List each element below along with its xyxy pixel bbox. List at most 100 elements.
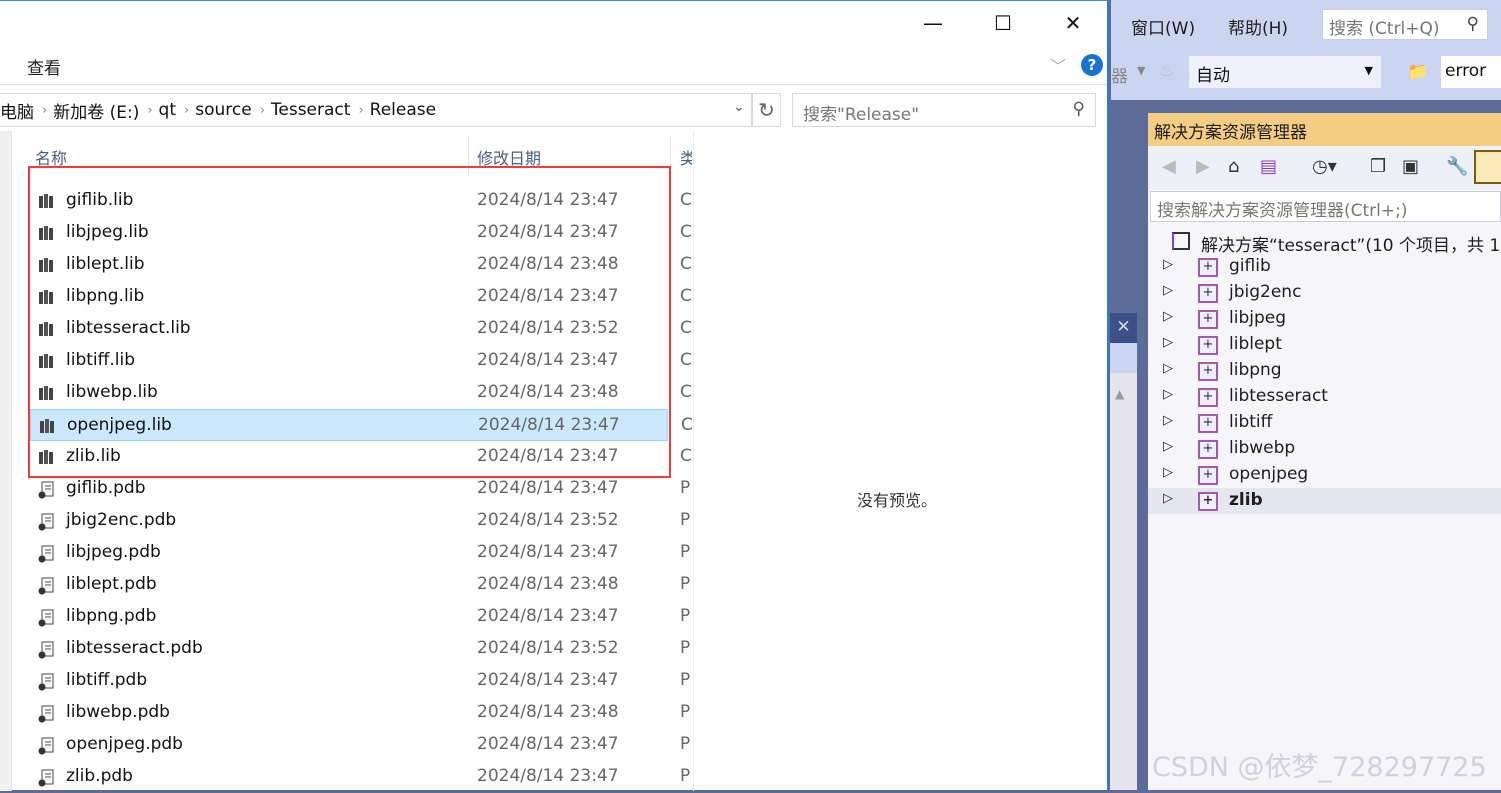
search-input[interactable]: 搜索"Release" ⚲ <box>792 93 1096 127</box>
pdb-file-icon <box>38 705 56 723</box>
forward-icon[interactable]: ▶ <box>1196 156 1210 177</box>
home-icon[interactable]: ⌂ <box>1228 156 1239 177</box>
close-panel-icon[interactable]: ✕ <box>1110 313 1137 343</box>
file-type: C <box>680 382 692 402</box>
address-bar[interactable]: 电脑 › 新加卷 (E:) › qt › source › Tesseract › Release <box>0 93 752 127</box>
maximize-button[interactable]: ☐ <box>988 11 1018 39</box>
preview-pane-text: 没有预览。 <box>857 491 938 510</box>
breadcrumb-separator-icon[interactable]: › <box>147 103 152 118</box>
find-input[interactable]: error <box>1441 56 1501 88</box>
project-node[interactable]: ▷ + giflib <box>1148 254 1501 280</box>
expand-arrow-icon[interactable]: ▷ <box>1163 257 1173 272</box>
project-node[interactable]: ▷ + liblept <box>1148 332 1501 358</box>
file-row[interactable]: libpng.pdb 2024/8/14 23:47 P <box>30 601 690 633</box>
find-in-files-icon[interactable]: 📁 <box>1407 62 1428 82</box>
close-button[interactable]: ✕ <box>1058 11 1088 39</box>
dropdown-arrow-icon[interactable]: ▼ <box>1137 64 1145 77</box>
breadcrumb-item[interactable]: 新加卷 (E:) <box>53 98 139 123</box>
nav-pane-scrollbar[interactable] <box>0 131 12 791</box>
file-type: C <box>680 254 692 274</box>
expand-arrow-icon[interactable]: ▷ <box>1163 413 1173 428</box>
expand-arrow-icon[interactable]: ▷ <box>1163 335 1173 350</box>
help-icon[interactable]: ? <box>1081 54 1103 76</box>
file-row[interactable]: jbig2enc.pdb 2024/8/14 23:52 P <box>30 505 690 537</box>
file-type: P <box>680 638 691 658</box>
breadcrumb-item[interactable]: Tesseract <box>271 100 351 120</box>
pdb-file-icon <box>38 577 56 595</box>
project-node[interactable]: ▷ + libtesseract <box>1148 384 1501 410</box>
config-value: 自动 <box>1196 66 1230 86</box>
breadcrumb-separator-icon[interactable]: › <box>42 103 47 118</box>
menu-help[interactable]: 帮助(H) <box>1228 14 1288 39</box>
quick-search-placeholder: 搜索 (Ctrl+Q) <box>1329 19 1440 39</box>
project-node[interactable]: ▷ + openjpeg <box>1148 462 1501 488</box>
breadcrumb-item[interactable]: source <box>195 100 251 120</box>
pdb-file-icon <box>38 641 56 659</box>
file-row[interactable]: libjpeg.pdb 2024/8/14 23:47 P <box>30 537 690 569</box>
project-label: libwebp <box>1229 438 1296 458</box>
breadcrumb-item[interactable]: qt <box>159 100 176 120</box>
menu-window[interactable]: 窗口(W) <box>1131 14 1195 39</box>
project-label: jbig2enc <box>1229 282 1302 302</box>
minimize-button[interactable]: — <box>918 11 948 39</box>
expand-arrow-icon[interactable]: ▷ <box>1163 387 1173 402</box>
address-dropdown-icon[interactable]: ⌄ <box>733 99 745 115</box>
breadcrumb-separator-icon[interactable]: › <box>358 103 363 118</box>
refresh-button[interactable]: ↻ <box>752 93 781 127</box>
breadcrumb-item[interactable]: Release <box>370 100 436 120</box>
hot-reload-icon[interactable]: ♨ <box>1159 61 1174 81</box>
file-date: 2024/8/14 23:47 <box>477 670 619 690</box>
expand-arrow-icon[interactable]: ▷ <box>1163 465 1173 480</box>
quick-search-input[interactable]: 搜索 (Ctrl+Q) ⚲ <box>1322 9 1488 40</box>
scroll-up-icon[interactable]: ▲ <box>1115 387 1124 401</box>
file-type: P <box>680 574 691 594</box>
solution-node[interactable]: 解决方案“tesseract”(10 个项目，共 1 <box>1148 229 1501 256</box>
solution-config-dropdown[interactable]: 自动 ▼ <box>1189 56 1381 88</box>
expand-arrow-icon[interactable]: ▷ <box>1163 361 1173 376</box>
project-node[interactable]: ▷ + libjpeg <box>1148 306 1501 332</box>
watermark: CSDN @依梦_728297725 <box>1152 752 1487 783</box>
expand-arrow-icon[interactable]: ▷ <box>1163 283 1173 298</box>
switch-views-icon[interactable]: ▤ <box>1260 156 1277 177</box>
solution-explorer-title: 解决方案资源管理器 <box>1148 113 1501 146</box>
pending-changes-icon[interactable]: ◷▾ <box>1312 156 1337 177</box>
pdb-file-icon <box>38 769 56 787</box>
expand-arrow-icon[interactable]: ▷ <box>1163 439 1173 454</box>
file-row[interactable]: liblept.pdb 2024/8/14 23:48 P <box>30 569 690 601</box>
file-type: C <box>681 415 693 435</box>
project-node[interactable]: ▷ + libpng <box>1148 358 1501 384</box>
file-row[interactable]: libtiff.pdb 2024/8/14 23:47 P <box>30 665 690 697</box>
chevron-down-icon: ▼ <box>1364 64 1373 77</box>
preview-selected-items-button[interactable] <box>1474 150 1501 184</box>
show-all-files-icon[interactable]: ▣ <box>1402 156 1419 177</box>
file-name: liblept.pdb <box>66 574 157 594</box>
project-node[interactable]: ▷ + zlib <box>1148 488 1501 514</box>
properties-icon[interactable]: 🔧 <box>1446 156 1468 177</box>
file-name: libtiff.pdb <box>66 670 148 690</box>
back-icon[interactable]: ◀ <box>1162 156 1176 177</box>
panel-tab <box>1110 343 1137 373</box>
file-type: C <box>680 286 692 306</box>
project-node[interactable]: ▷ + jbig2enc <box>1148 280 1501 306</box>
collapse-all-icon[interactable]: ❐ <box>1370 156 1386 177</box>
project-node[interactable]: ▷ + libtiff <box>1148 410 1501 436</box>
solution-search-input[interactable]: 搜索解决方案资源管理器(Ctrl+;) <box>1150 191 1501 222</box>
file-row[interactable]: libtesseract.pdb 2024/8/14 23:52 P <box>30 633 690 665</box>
file-row[interactable]: zlib.pdb 2024/8/14 23:47 P <box>30 761 690 793</box>
pdb-file-icon <box>38 737 56 755</box>
column-header-type[interactable]: 类 <box>680 145 692 169</box>
ribbon-tab-view[interactable]: 查看 <box>27 54 61 79</box>
project-icon: + <box>1198 440 1218 459</box>
file-row[interactable]: libwebp.pdb 2024/8/14 23:48 P <box>30 697 690 729</box>
project-node[interactable]: ▷ + libwebp <box>1148 436 1501 462</box>
expand-ribbon-icon[interactable]: ﹀ <box>1050 53 1066 77</box>
expand-arrow-icon[interactable]: ▷ <box>1163 491 1173 506</box>
breadcrumb-separator-icon[interactable]: › <box>184 103 189 118</box>
file-name: openjpeg.pdb <box>66 734 183 754</box>
breadcrumb-separator-icon[interactable]: › <box>260 103 265 118</box>
file-row[interactable]: openjpeg.pdb 2024/8/14 23:47 P <box>30 729 690 761</box>
breadcrumb-item[interactable]: 电脑 <box>0 98 34 123</box>
search-icon: ⚲ <box>1466 14 1479 34</box>
project-label: liblept <box>1229 334 1282 354</box>
expand-arrow-icon[interactable]: ▷ <box>1163 309 1173 324</box>
